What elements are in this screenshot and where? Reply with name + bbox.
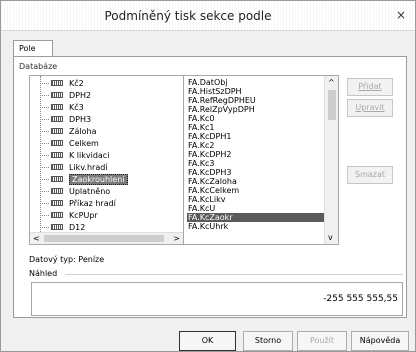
list-item[interactable]: FA.Kc3 [187,159,325,168]
tree-horizontal-scrollbar[interactable]: < > [30,232,183,244]
help-button[interactable]: Nápověda [351,331,409,351]
tree-connector-line [40,76,41,234]
tree-item-label: Kč3 [69,102,84,112]
database-label: Databáze [19,62,58,71]
tab-pole[interactable]: Pole [13,40,53,57]
field-icon [51,152,63,158]
tree-item[interactable]: Likv.hradí [42,161,108,173]
scroll-thumb[interactable] [328,90,336,120]
title-bar: Podmíněný tisk sekce podle × [1,1,415,31]
tree-item-label: Kč2 [69,78,84,88]
list-item[interactable]: FA.RefRegDPHEU [187,96,325,105]
add-button[interactable]: Přidat [347,78,393,96]
field-icon [51,128,63,134]
field-icon [51,164,63,170]
list-item[interactable]: FA.KcZaloha [187,177,325,186]
tab-label: Pole [19,44,36,53]
list-item[interactable]: FA.KcLikv [187,195,325,204]
list-item[interactable]: FA.KcCelkem [187,186,325,195]
preview-box: -255 555 555,55 [31,282,403,316]
tree-item[interactable]: Záloha [42,125,96,137]
tree-item-label: DPH2 [69,90,92,100]
field-list-vertical-scrollbar[interactable]: ^ v [324,76,338,244]
ok-button[interactable]: OK [179,331,236,351]
list-item[interactable]: FA.Kc0 [187,114,325,123]
field-icon [51,188,63,194]
list-item[interactable]: FA.KcDPH1 [187,132,325,141]
tree-item-selected[interactable]: Zaokrouhlení [42,173,128,185]
tree-item[interactable]: Příkaz hradí [42,197,116,209]
delete-button[interactable]: Smazat [347,166,393,184]
data-type-label: Datový typ: Peníze [29,255,105,264]
field-list[interactable]: FA.DatObj FA.HistSzDPH FA.RefRegDPHEU FA… [183,75,339,245]
cancel-button[interactable]: Storno [243,331,293,351]
apply-button[interactable]: Použít [297,331,347,351]
tree-item-label: Celkem [69,138,99,148]
tree-item[interactable]: Celkem [42,137,99,149]
preview-label: Náhled [29,269,58,278]
field-icon [51,212,63,218]
tree-item-label: Zaokrouhlení [69,173,128,185]
tree-item-label: Uplatněno [69,186,111,196]
preview-value: -255 555 555,55 [323,294,398,304]
tree-item-label: Příkaz hradí [69,198,116,208]
field-icon [51,80,63,86]
list-item[interactable]: FA.DatObj [187,78,325,87]
tree-item[interactable]: Uplatněno [42,185,110,197]
field-icon [51,224,63,230]
tree-item[interactable]: Kč3 [42,101,84,113]
tree-item[interactable]: KcPUpr [42,209,98,221]
tree-item[interactable]: DPH3 [42,113,91,125]
edit-button[interactable]: Upravit [347,99,393,117]
tree-item[interactable]: K likvidaci [42,149,109,161]
tree-item-label: Záloha [69,126,97,136]
list-item[interactable]: FA.KcDPH3 [187,168,325,177]
list-item[interactable]: FA.Kc2 [187,141,325,150]
scroll-down-icon[interactable]: v [328,233,333,242]
tree-item-label: DPH3 [69,114,92,124]
close-icon[interactable]: × [393,8,409,22]
field-icon [51,176,63,182]
tree-item[interactable]: DPH2 [42,89,91,101]
list-item-selected[interactable]: FA.KcZaokr [187,213,325,222]
scroll-thumb[interactable] [44,235,164,242]
preview-separator [65,274,403,275]
tree-item-label: D12 [69,222,86,232]
field-icon [51,92,63,98]
dialog-window: Podmíněný tisk sekce podle × Pole Databá… [0,0,416,352]
list-item[interactable]: FA.KcUhrk [187,222,325,231]
scroll-right-icon[interactable]: > [173,234,180,243]
tree-item-label: K likvidaci [69,150,110,160]
tree-item-label: Likv.hradí [69,162,108,172]
list-item[interactable]: FA.HistSzDPH [187,87,325,96]
scroll-up-icon[interactable]: ^ [328,78,335,87]
window-title: Podmíněný tisk sekce podle [104,9,272,23]
field-icon [51,140,63,146]
field-icon [51,200,63,206]
database-tree[interactable]: Kč2 DPH2 Kč3 DPH3 Záloha Celkem K likvid… [29,75,184,245]
scroll-left-icon[interactable]: < [33,234,40,243]
tree-item[interactable]: Kč2 [42,77,84,89]
field-icon [51,116,63,122]
list-item[interactable]: FA.KcU [187,204,325,213]
list-item[interactable]: FA.Kc1 [187,123,325,132]
list-item[interactable]: FA.RelZpVypDPH [187,105,325,114]
tree-item-label: KcPUpr [69,210,98,220]
list-item[interactable]: FA.KcDPH2 [187,150,325,159]
field-icon [51,104,63,110]
